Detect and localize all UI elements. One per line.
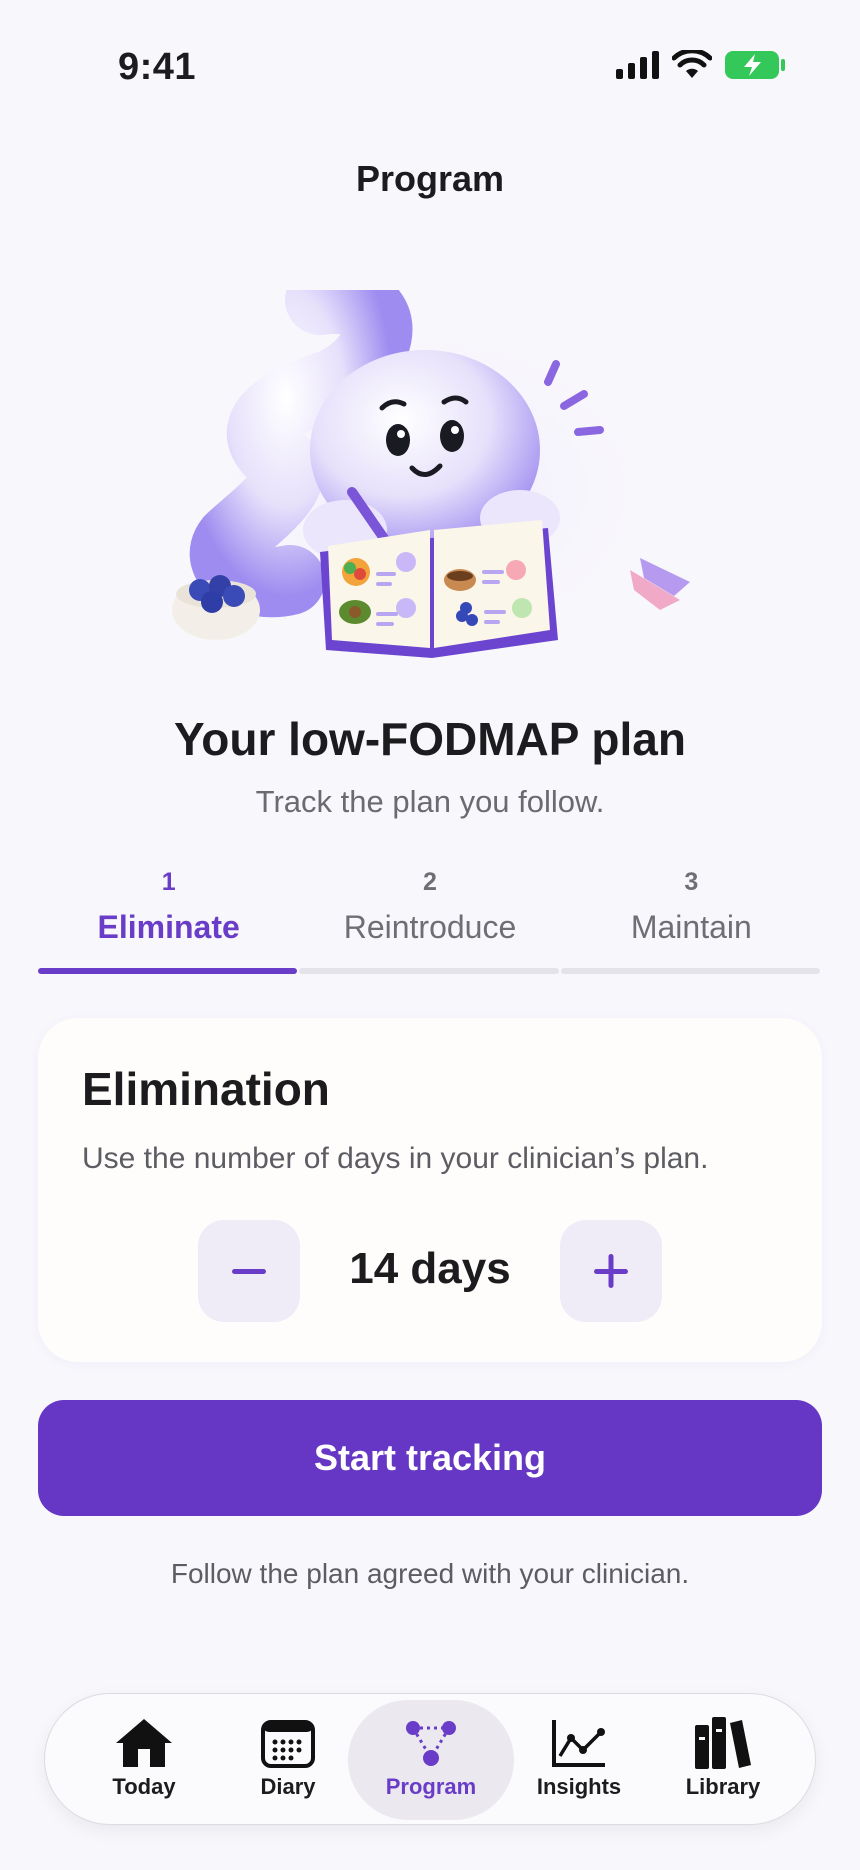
program-nodes-icon xyxy=(406,1721,456,1766)
tab-insights[interactable]: Insights xyxy=(504,1700,654,1820)
tab-today[interactable]: Today xyxy=(69,1700,219,1820)
tab-bar: Today Diary Program Insights Library xyxy=(44,1693,816,1825)
step-progress-bar xyxy=(299,968,559,974)
tab-label: Library xyxy=(685,1774,761,1799)
step-label: Reintroduce xyxy=(343,909,517,945)
tab-label: Program xyxy=(385,1774,477,1799)
days-stepper: 14 days xyxy=(38,1220,822,1322)
tab-program[interactable]: Program xyxy=(348,1700,514,1820)
program-steps: 1 Eliminate 2 Reintroduce 3 Maintain xyxy=(38,862,822,978)
step-number: 2 xyxy=(423,868,437,896)
step-label: Eliminate xyxy=(97,909,240,945)
house-icon xyxy=(116,1719,172,1767)
wifi-icon xyxy=(672,50,712,78)
elimination-card: Elimination Use the number of days in yo… xyxy=(38,1018,822,1362)
tab-label: Today xyxy=(112,1774,176,1799)
step-eliminate[interactable]: 1 Eliminate xyxy=(38,862,299,978)
step-maintain[interactable]: 3 Maintain xyxy=(560,862,822,978)
plus-icon xyxy=(594,1254,628,1288)
status-bar: 9:41 xyxy=(0,0,860,140)
calendar-icon xyxy=(261,1720,315,1768)
status-time: 9:41 xyxy=(118,46,197,88)
step-reintroduce[interactable]: 2 Reintroduce xyxy=(299,862,560,978)
plan-title: Your low-FODMAP plan xyxy=(174,713,686,765)
battery-charging-icon xyxy=(725,51,785,79)
step-progress-bar xyxy=(38,968,298,974)
page-title: Program xyxy=(355,158,505,199)
tab-diary[interactable]: Diary xyxy=(213,1700,363,1820)
cellular-signal-icon xyxy=(616,51,659,79)
days-value: 14 days xyxy=(349,1244,511,1293)
plan-subtitle: Track the plan you follow. xyxy=(255,784,605,819)
tab-label: Insights xyxy=(536,1774,622,1799)
step-label: Maintain xyxy=(630,909,752,945)
mascot-illustration xyxy=(172,290,690,660)
books-icon xyxy=(695,1717,751,1769)
card-title: Elimination xyxy=(82,1063,330,1115)
step-number: 3 xyxy=(684,868,699,896)
tab-library[interactable]: Library xyxy=(648,1700,798,1820)
increase-days-button[interactable] xyxy=(560,1220,662,1322)
card-description: Use the number of days in your clinician… xyxy=(82,1142,709,1175)
tab-label: Diary xyxy=(260,1774,316,1799)
footnote: Follow the plan agreed with your clinici… xyxy=(170,1558,690,1589)
start-tracking-button[interactable]: Start tracking xyxy=(38,1400,822,1516)
status-icons xyxy=(616,50,786,80)
minus-icon xyxy=(232,1269,266,1274)
step-number: 1 xyxy=(161,868,176,896)
step-progress-bar xyxy=(560,968,820,974)
line-chart-icon xyxy=(552,1720,605,1767)
